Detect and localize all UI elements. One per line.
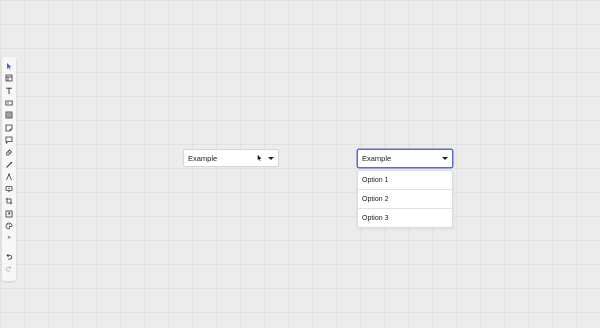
tool-table[interactable] (3, 109, 15, 121)
tools-toolbar: » (2, 57, 16, 281)
more-tools-icon: » (7, 235, 11, 242)
example-select-closed[interactable]: Example (183, 149, 279, 167)
tool-eraser[interactable] (3, 146, 15, 158)
tool-more[interactable]: » (3, 232, 15, 244)
select-option[interactable]: Option 2 (358, 189, 452, 208)
tool-text[interactable] (3, 85, 15, 97)
table-icon (5, 111, 13, 119)
tool-pen[interactable] (3, 158, 15, 170)
eraser-icon (5, 148, 13, 156)
chevron-down-icon (442, 157, 448, 160)
embed-icon (5, 210, 13, 218)
undo-icon (5, 253, 13, 261)
select-option[interactable]: Option 1 (358, 171, 452, 189)
tool-compass[interactable] (3, 171, 15, 183)
pen-icon (5, 161, 13, 169)
tool-frame[interactable] (3, 72, 15, 84)
redo-button[interactable] (3, 263, 15, 275)
presentation-icon (5, 185, 13, 193)
mouse-cursor-icon (257, 154, 263, 162)
redo-icon (5, 265, 13, 273)
tool-crop[interactable] (3, 195, 15, 207)
palette-icon (5, 222, 13, 230)
rectangle-icon (5, 99, 13, 107)
select-option[interactable]: Option 3 (358, 208, 452, 227)
tool-comment-note[interactable] (3, 134, 15, 146)
comment-note-icon (5, 136, 13, 144)
tool-embed[interactable] (3, 208, 15, 220)
compass-icon (5, 173, 13, 181)
example-select-open[interactable]: Example (357, 149, 453, 168)
select-value: Example (188, 153, 218, 163)
frame-icon (5, 74, 13, 82)
tool-presentation[interactable] (3, 183, 15, 195)
text-icon (5, 87, 13, 95)
select-options-list: Option 1 Option 2 Option 3 (357, 170, 453, 228)
select-value: Example (362, 154, 392, 163)
tool-select[interactable] (3, 60, 15, 72)
tool-rectangle[interactable] (3, 97, 15, 109)
tool-sticky-note[interactable] (3, 121, 15, 133)
sticky-note-icon (5, 124, 13, 132)
chevron-down-icon (268, 156, 274, 160)
crop-icon (5, 197, 13, 205)
undo-button[interactable] (3, 250, 15, 262)
tool-palette[interactable] (3, 220, 15, 232)
select-pointer-icon (5, 62, 13, 70)
